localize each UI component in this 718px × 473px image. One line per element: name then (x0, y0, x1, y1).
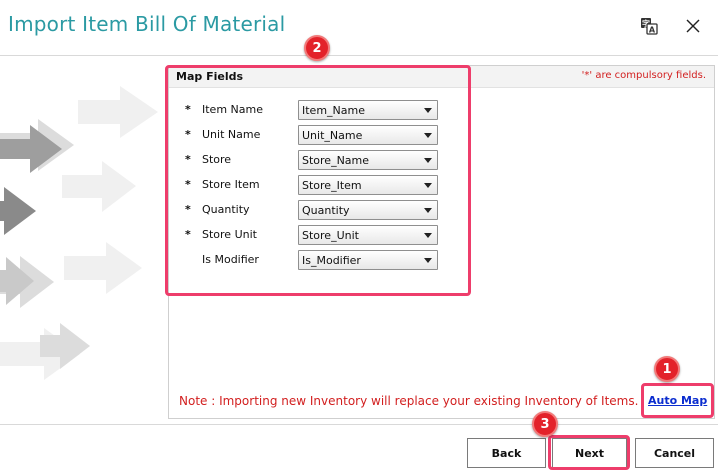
store-select[interactable]: Store_Name (298, 150, 438, 170)
auto-map-link[interactable]: Auto Map (648, 394, 707, 407)
title-bar: Import Item Bill Of Material 字 A (0, 0, 718, 56)
back-button[interactable]: Back (467, 438, 546, 468)
chevron-down-icon (424, 233, 432, 238)
step-1-callout: 1 (654, 356, 680, 382)
required-marker: * (185, 178, 191, 191)
field-label-store: Store (202, 153, 232, 166)
field-label-is-modifier: Is Modifier (202, 253, 259, 266)
next-button[interactable]: Next (552, 438, 627, 468)
map-fields-panel: Map Fields '*' are compulsory fields. (168, 65, 715, 419)
chevron-down-icon (424, 108, 432, 113)
svg-text:A: A (649, 26, 656, 35)
close-icon[interactable] (681, 14, 705, 38)
chevron-down-icon (424, 158, 432, 163)
required-marker: * (185, 228, 191, 241)
translate-icon[interactable]: 字 A (637, 14, 661, 38)
required-marker: * (185, 153, 191, 166)
required-marker: * (185, 103, 191, 116)
item-name-select-value: Item_Name (302, 103, 365, 117)
map-fields-title: Map Fields (176, 70, 244, 83)
chevron-down-icon (424, 133, 432, 138)
quantity-select-value: Quantity (302, 203, 350, 217)
step-3-callout: 3 (532, 411, 558, 437)
unit-name-select-value: Unit_Name (302, 128, 363, 142)
field-label-unit-name: Unit Name (202, 128, 261, 141)
required-marker: * (185, 203, 191, 216)
window-title: Import Item Bill Of Material (8, 12, 286, 36)
chevron-down-icon (424, 208, 432, 213)
field-label-store-item: Store Item (202, 178, 260, 191)
quantity-select[interactable]: Quantity (298, 200, 438, 220)
panel-header: Map Fields '*' are compulsory fields. (169, 66, 714, 88)
item-name-select[interactable]: Item_Name (298, 100, 438, 120)
store-unit-select[interactable]: Store_Unit (298, 225, 438, 245)
footer-divider (0, 424, 718, 425)
field-label-store-unit: Store Unit (202, 228, 257, 241)
field-label-quantity: Quantity (202, 203, 250, 216)
required-marker: * (185, 128, 191, 141)
store-unit-select-value: Store_Unit (302, 228, 359, 242)
decorative-arrows (0, 57, 168, 423)
unit-name-select[interactable]: Unit_Name (298, 125, 438, 145)
is-modifier-select[interactable]: Is_Modifier (298, 250, 438, 270)
compulsory-note: '*' are compulsory fields. (581, 70, 706, 81)
cancel-button[interactable]: Cancel (635, 438, 714, 468)
step-2-callout: 2 (304, 35, 330, 61)
chevron-down-icon (424, 183, 432, 188)
store-select-value: Store_Name (302, 153, 370, 167)
is-modifier-select-value: Is_Modifier (302, 253, 361, 267)
import-warning-note: Note : Importing new Inventory will repl… (179, 394, 639, 408)
store-item-select-value: Store_Item (302, 178, 362, 192)
chevron-down-icon (424, 258, 432, 263)
store-item-select[interactable]: Store_Item (298, 175, 438, 195)
field-label-item-name: Item Name (202, 103, 263, 116)
